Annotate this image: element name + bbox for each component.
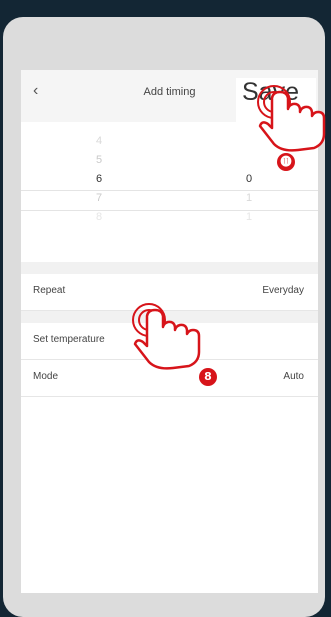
step-8-badge: 8 xyxy=(199,368,217,386)
tap-hand-icon xyxy=(132,303,201,370)
hour-selected[interactable]: 6 xyxy=(79,170,119,189)
hour-wheel[interactable]: 4 5 6 7 8 xyxy=(79,132,119,227)
set-temperature-label: Set temperature xyxy=(33,334,105,345)
repeat-label: Repeat xyxy=(33,285,66,296)
hour-option[interactable]: 4 xyxy=(79,132,119,151)
hour-option[interactable]: 5 xyxy=(79,151,119,170)
minute-option[interactable]: 1 xyxy=(229,189,269,208)
minute-selected[interactable]: 0 xyxy=(229,170,269,189)
step-11-badge: ⓫ xyxy=(277,153,295,171)
mode-value: Auto xyxy=(283,371,304,382)
picker-divider xyxy=(21,210,318,211)
tap-hand-icon xyxy=(257,85,326,152)
section-gap xyxy=(21,262,318,274)
hour-option[interactable]: 7 xyxy=(79,189,119,208)
picker-divider xyxy=(21,190,318,191)
repeat-value: Everyday xyxy=(262,285,304,296)
mode-label: Mode xyxy=(33,371,59,382)
